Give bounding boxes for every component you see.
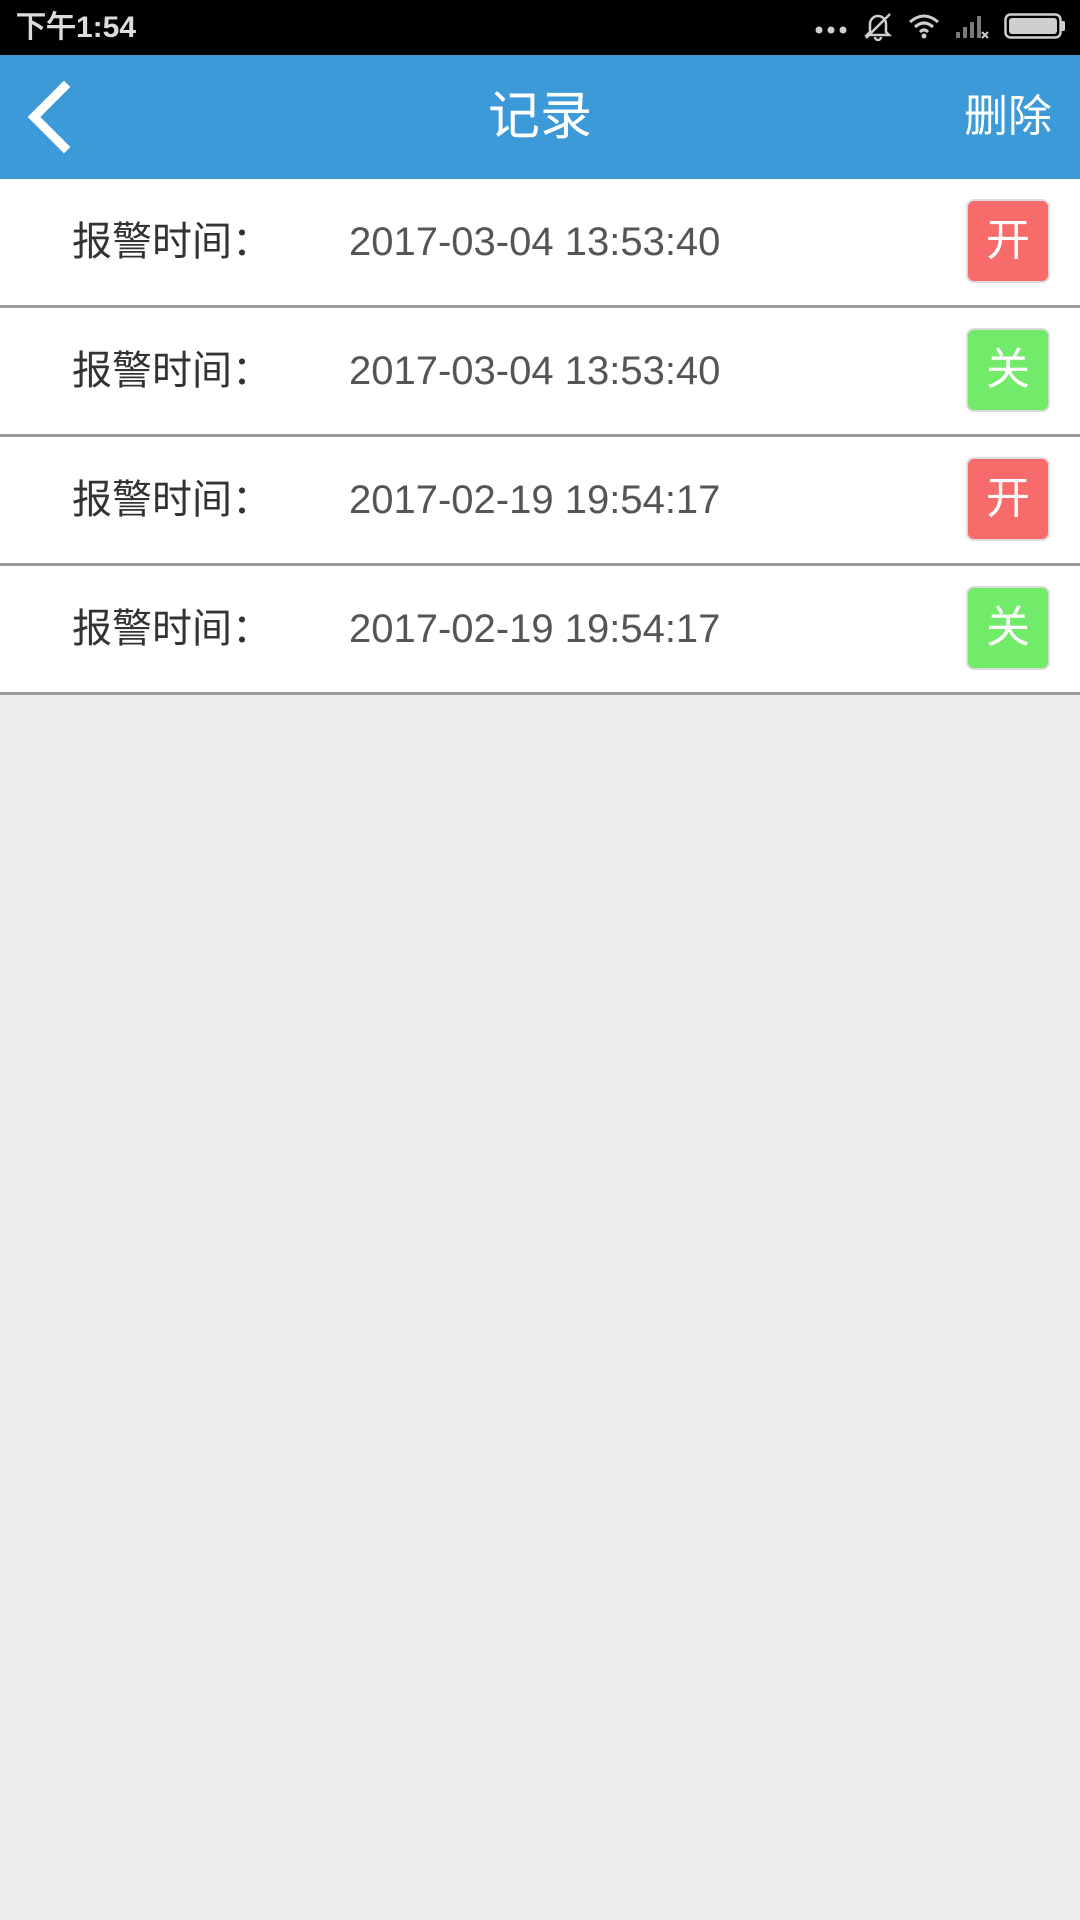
delete-button[interactable]: 删除 (964, 55, 1052, 179)
silent-bell-icon (862, 10, 894, 46)
back-button[interactable] (20, 77, 100, 157)
title-bar: 记录 删除 (0, 55, 1080, 179)
record-time: 2017-03-04 13:53:40 (349, 349, 721, 393)
record-row[interactable]: 报警时间： 2017-02-19 19:54:17 关 (0, 566, 1080, 695)
wifi-icon (908, 12, 940, 44)
state-badge[interactable]: 关 (968, 588, 1048, 668)
record-label: 报警时间： (72, 219, 272, 265)
state-badge[interactable]: 开 (968, 459, 1048, 539)
status-bar: 下午1:54 (0, 0, 1080, 55)
status-icons (800, 10, 1066, 46)
record-row[interactable]: 报警时间： 2017-02-19 19:54:17 开 (0, 437, 1080, 566)
signal-icon (954, 12, 990, 44)
battery-icon (1004, 13, 1066, 43)
status-time: 下午1:54 (16, 11, 137, 44)
record-label: 报警时间： (72, 348, 272, 394)
more-dots-icon (814, 19, 848, 38)
record-time: 2017-03-04 13:53:40 (349, 220, 721, 264)
record-list: 报警时间： 2017-03-04 13:53:40 开报警时间： 2017-03-04… (0, 179, 1080, 695)
record-row[interactable]: 报警时间： 2017-03-04 13:53:40 开 (0, 179, 1080, 308)
state-badge[interactable]: 关 (968, 330, 1048, 410)
record-time: 2017-02-19 19:54:17 (349, 607, 721, 651)
record-label: 报警时间： (72, 606, 272, 652)
record-time: 2017-02-19 19:54:17 (349, 478, 721, 522)
record-row[interactable]: 报警时间： 2017-03-04 13:53:40 关 (0, 308, 1080, 437)
record-label: 报警时间： (72, 477, 272, 523)
state-badge[interactable]: 开 (968, 201, 1048, 281)
chevron-left-icon (27, 80, 71, 154)
page-title: 记录 (487, 87, 592, 147)
